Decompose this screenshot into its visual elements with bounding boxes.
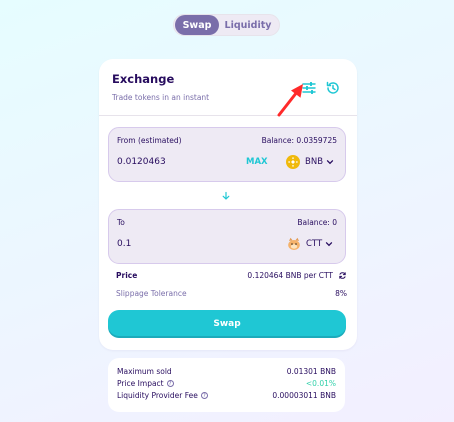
chevron-down-icon xyxy=(326,160,334,165)
card-title: Exchange xyxy=(112,72,175,86)
switch-direction-arrow-icon[interactable] xyxy=(221,191,231,201)
price-impact-value: <0.01% xyxy=(305,379,336,388)
refresh-price-icon[interactable] xyxy=(338,271,347,280)
price-impact-row: Price Impact ? <0.01% xyxy=(117,379,336,388)
header-divider xyxy=(99,115,357,116)
from-balance: Balance: 0.0359725 xyxy=(261,136,337,145)
slippage-row: Slippage Tolerance 8% xyxy=(116,289,347,298)
chevron-down-icon xyxy=(326,242,333,247)
trade-details-card: Maximum sold 0.01301 BNB Price Impact ? … xyxy=(108,358,345,412)
help-icon[interactable]: ? xyxy=(166,380,174,387)
provider-fee-value: 0.00003011 BNB xyxy=(272,391,336,400)
card-subtitle: Trade tokens in an instant xyxy=(112,93,210,102)
price-row: Price 0.120464 BNB per CTT xyxy=(116,271,347,280)
from-token-selector[interactable]: BNB xyxy=(286,154,334,170)
maximum-sold-row: Maximum sold 0.01301 BNB xyxy=(117,367,336,376)
help-icon[interactable]: ? xyxy=(200,392,208,399)
exchange-card: Exchange Trade tokens in an instant From… xyxy=(99,59,357,350)
cat-token-icon xyxy=(288,237,300,250)
to-panel: To Balance: 0 0.1 CTT xyxy=(108,209,346,264)
from-amount-input[interactable]: 0.0120463 xyxy=(117,157,227,167)
price-impact-label: Price Impact xyxy=(117,379,164,388)
bnb-coin-icon xyxy=(286,155,300,169)
to-token-symbol: CTT xyxy=(306,239,323,249)
swap-liquidity-toggle: Swap Liquidity xyxy=(173,14,280,36)
to-balance: Balance: 0 xyxy=(297,218,337,227)
slippage-value: 8% xyxy=(335,289,347,298)
history-icon[interactable] xyxy=(325,80,341,96)
from-token-symbol: BNB xyxy=(305,157,324,167)
provider-fee-label: Liquidity Provider Fee xyxy=(117,391,198,400)
maximum-sold-label: Maximum sold xyxy=(117,367,172,376)
provider-fee-row: Liquidity Provider Fee ? 0.00003011 BNB xyxy=(117,391,336,400)
to-token-selector[interactable]: CTT xyxy=(287,236,333,252)
from-panel: From (estimated) Balance: 0.0359725 0.01… xyxy=(108,127,346,182)
swap-button[interactable]: Swap xyxy=(108,310,346,338)
slippage-label: Slippage Tolerance xyxy=(116,289,187,298)
to-amount-input[interactable]: 0.1 xyxy=(117,239,227,249)
tab-swap[interactable]: Swap xyxy=(175,15,219,35)
settings-sliders-icon[interactable] xyxy=(301,80,317,96)
maximum-sold-value: 0.01301 BNB xyxy=(286,367,336,376)
max-button[interactable]: MAX xyxy=(246,157,268,167)
from-label: From (estimated) xyxy=(117,136,182,145)
price-value: 0.120464 BNB per CTT xyxy=(247,271,333,280)
tab-liquidity[interactable]: Liquidity xyxy=(219,15,277,35)
price-label: Price xyxy=(116,271,138,280)
to-label: To xyxy=(117,218,125,227)
